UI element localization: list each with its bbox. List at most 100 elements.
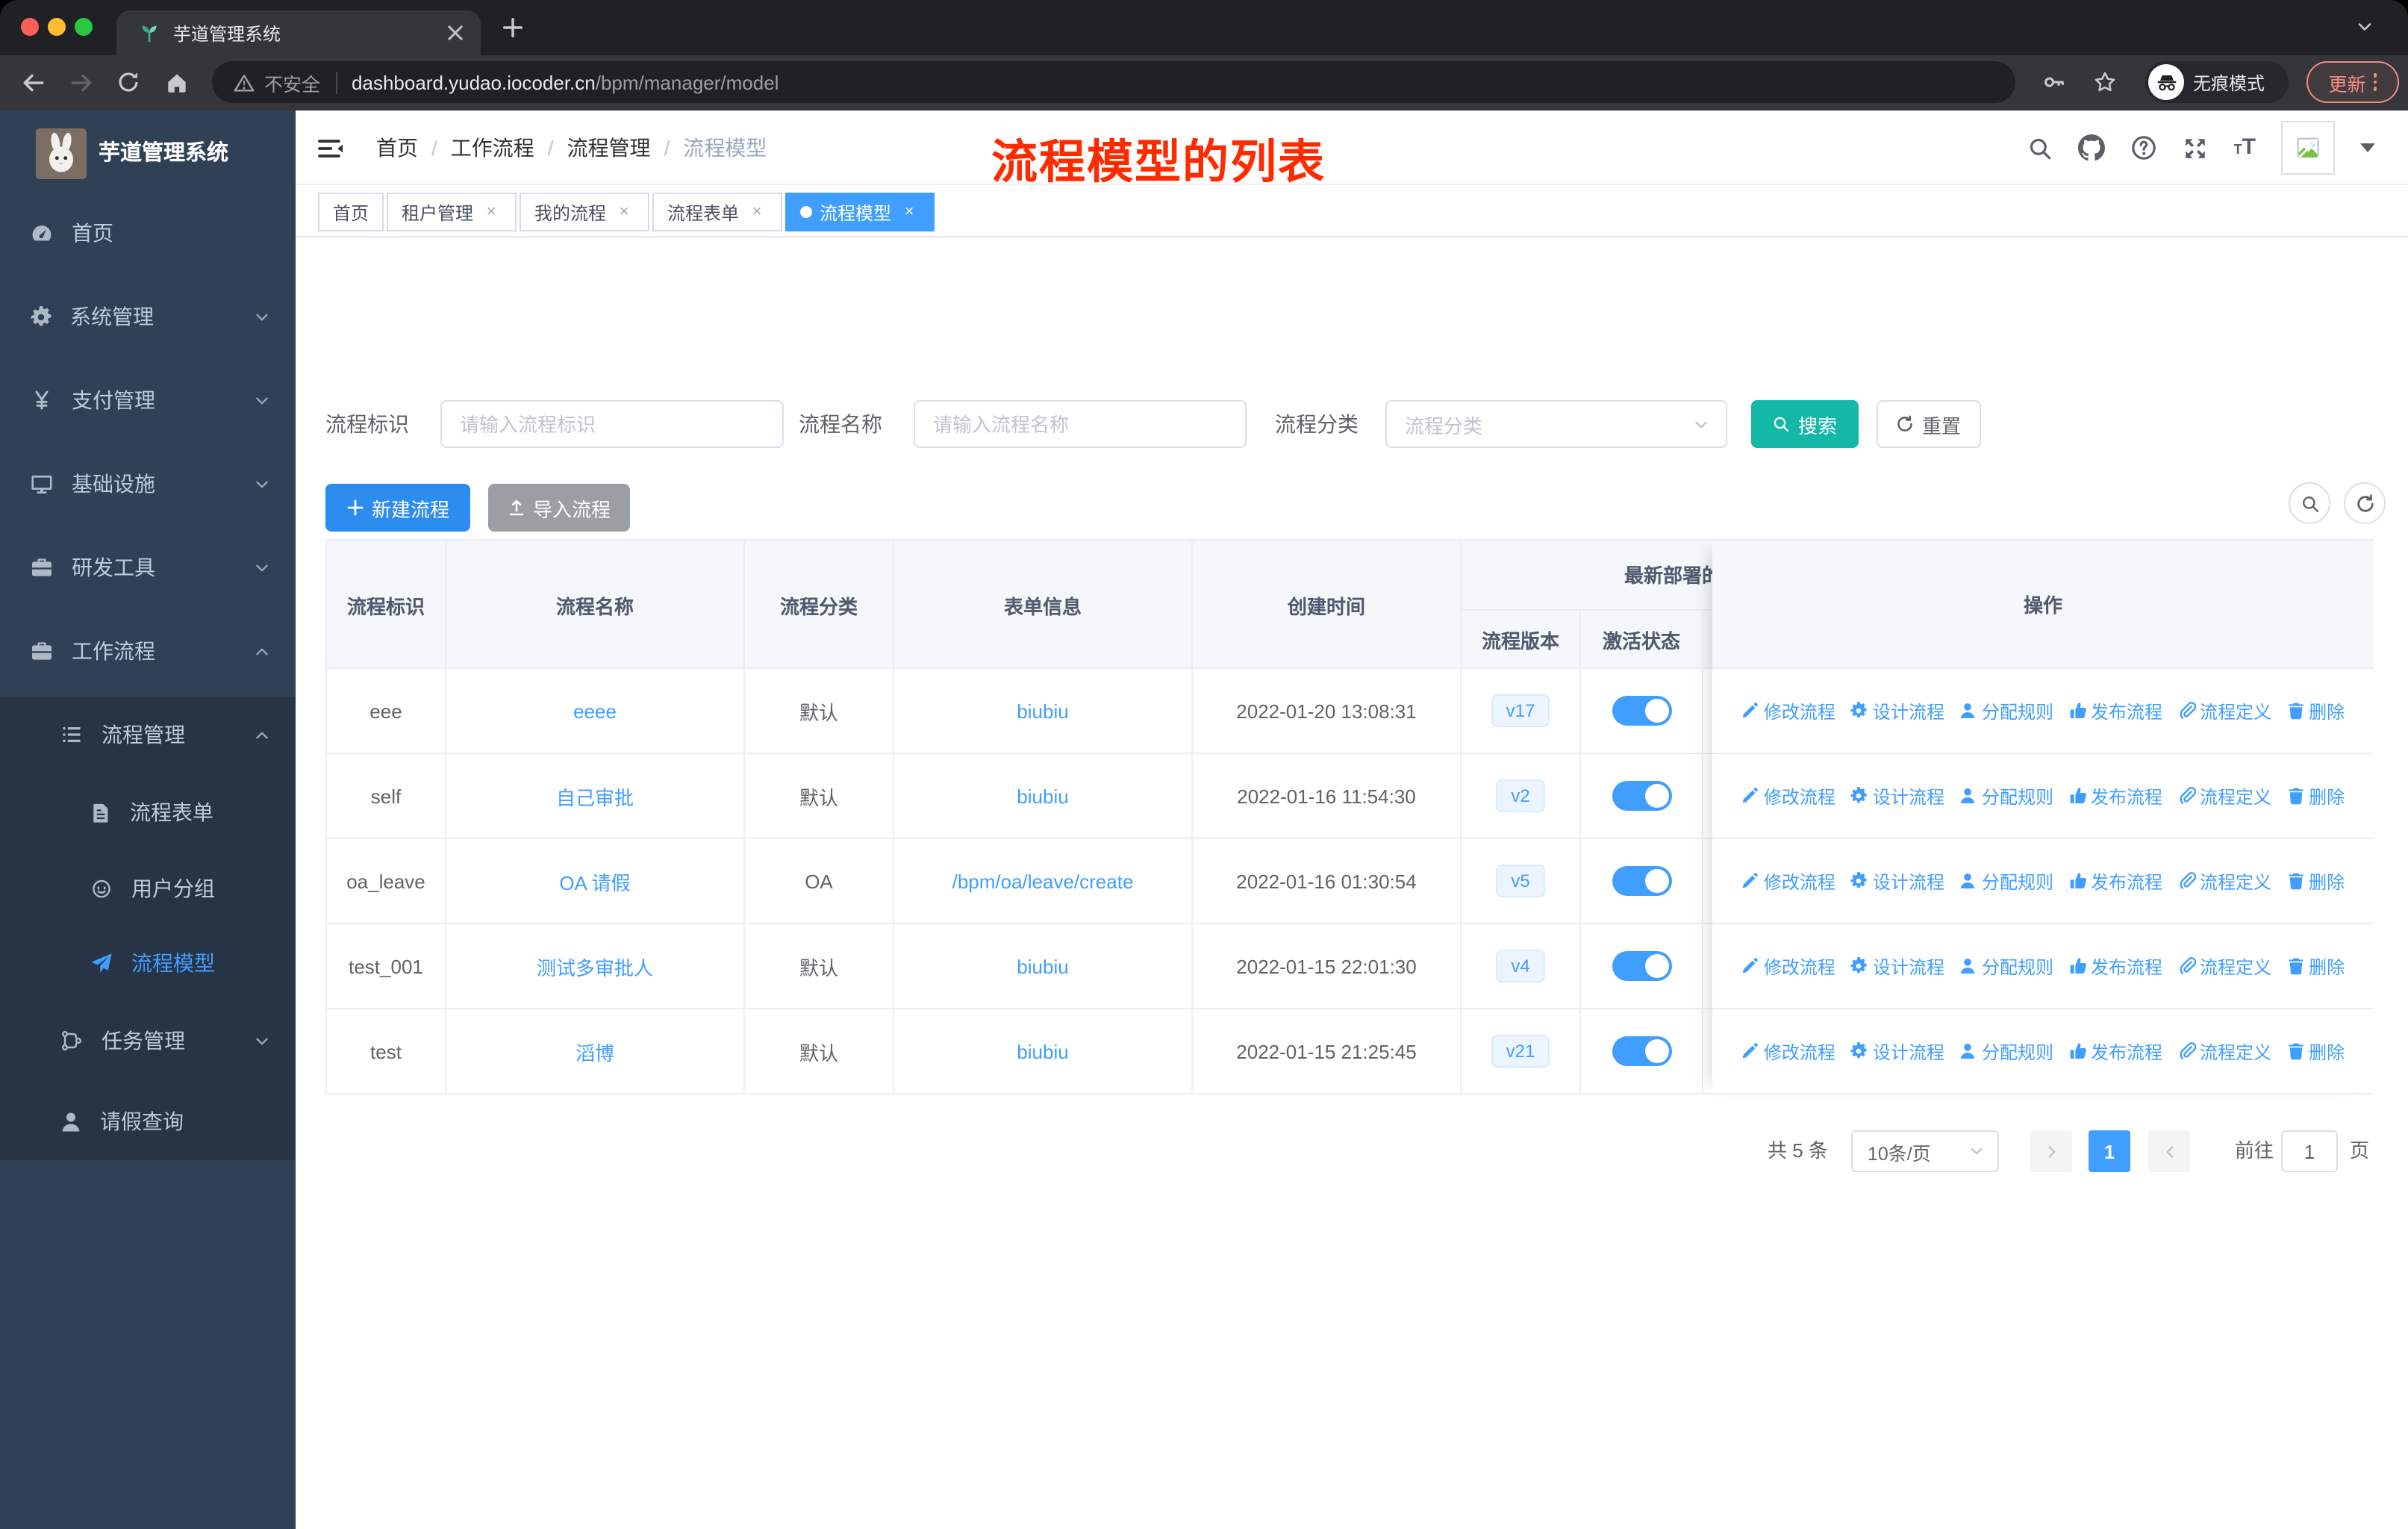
- process-name-link[interactable]: 自己审批: [556, 782, 634, 810]
- new-tab-button[interactable]: [502, 16, 524, 39]
- github-icon[interactable]: [2079, 134, 2106, 161]
- breadcrumb-item[interactable]: 工作流程: [451, 133, 534, 163]
- tag-close-icon[interactable]: ×: [746, 202, 767, 222]
- password-key-icon[interactable]: [2042, 70, 2066, 94]
- create-process-button[interactable]: 新建流程: [325, 484, 470, 532]
- form-link[interactable]: biubiu: [1017, 955, 1068, 977]
- action-edit-process[interactable]: 修改流程: [1741, 868, 1835, 894]
- reload-button[interactable]: [116, 70, 140, 94]
- import-process-button[interactable]: 导入流程: [488, 484, 630, 532]
- tag-close-icon[interactable]: ×: [614, 202, 634, 222]
- search-key-input[interactable]: [440, 400, 784, 448]
- pagination-prev-button[interactable]: [2030, 1130, 2072, 1172]
- action-assign-rule[interactable]: 分配规则: [1959, 953, 2053, 979]
- address-bar[interactable]: 不安全 dashboard.yudao.iocoder.cn/bpm/manag…: [212, 61, 2015, 103]
- process-name-link[interactable]: 滔博: [576, 1037, 614, 1065]
- tag-close-icon[interactable]: ×: [481, 202, 502, 222]
- tab-close-icon[interactable]: [445, 22, 466, 43]
- form-link[interactable]: biubiu: [1017, 785, 1068, 807]
- action-design-process[interactable]: 设计流程: [1850, 783, 1944, 809]
- user-menu-caret-icon[interactable]: [2360, 143, 2375, 152]
- window-close-button[interactable]: [21, 18, 39, 36]
- action-design-process[interactable]: 设计流程: [1850, 868, 1944, 894]
- action-publish-process[interactable]: 发布流程: [2068, 1038, 2162, 1064]
- sidebar-item-process-form[interactable]: 流程表单: [0, 775, 296, 850]
- sidebar-item-home[interactable]: 首页: [0, 196, 296, 270]
- reset-button[interactable]: 重置: [1877, 400, 1981, 448]
- search-icon[interactable]: [2028, 135, 2053, 161]
- action-assign-rule[interactable]: 分配规则: [1959, 868, 2053, 894]
- category-select[interactable]: 流程分类: [1385, 400, 1727, 448]
- search-button[interactable]: 搜索: [1751, 400, 1859, 448]
- sidebar-item-system[interactable]: 系统管理: [0, 279, 296, 354]
- tag-process-form[interactable]: 流程表单 ×: [652, 193, 783, 231]
- sidebar-item-process-model[interactable]: 流程模型: [0, 926, 296, 1000]
- action-assign-rule[interactable]: 分配规则: [1959, 783, 2053, 809]
- action-delete[interactable]: 删除: [2286, 953, 2345, 979]
- process-name-link[interactable]: OA 请假: [559, 867, 630, 895]
- action-edit-process[interactable]: 修改流程: [1741, 698, 1835, 723]
- sidebar-item-user-group[interactable]: 用户分组: [0, 851, 296, 926]
- action-assign-rule[interactable]: 分配规则: [1959, 1038, 2053, 1064]
- forward-button[interactable]: [69, 70, 94, 96]
- browser-update-button[interactable]: 更新: [2306, 61, 2399, 103]
- action-delete[interactable]: 删除: [2286, 783, 2345, 809]
- breadcrumb-item[interactable]: 首页: [376, 133, 418, 163]
- bookmark-star-icon[interactable]: [2093, 70, 2117, 94]
- action-process-definition[interactable]: 流程定义: [2177, 1038, 2271, 1064]
- tab-search-chevron-icon[interactable]: [2354, 16, 2375, 37]
- active-toggle[interactable]: [1612, 951, 1671, 981]
- refresh-table-button[interactable]: [2344, 482, 2386, 524]
- action-publish-process[interactable]: 发布流程: [2068, 868, 2162, 894]
- action-process-definition[interactable]: 流程定义: [2177, 868, 2271, 894]
- active-toggle[interactable]: [1612, 696, 1671, 726]
- home-button[interactable]: [164, 70, 190, 96]
- process-name-link[interactable]: 测试多审批人: [537, 952, 653, 980]
- process-name-link[interactable]: eeee: [573, 700, 617, 722]
- action-publish-process[interactable]: 发布流程: [2068, 698, 2162, 723]
- sidebar-item-process-management[interactable]: 流程管理: [0, 697, 296, 772]
- form-link[interactable]: biubiu: [1017, 1040, 1068, 1062]
- sidebar-item-leave-query[interactable]: 请假查询: [0, 1084, 296, 1159]
- sidebar-item-task-management[interactable]: 任务管理: [0, 1003, 296, 1078]
- font-size-icon[interactable]: TT: [2234, 134, 2256, 161]
- window-zoom-button[interactable]: [75, 18, 93, 36]
- fullscreen-icon[interactable]: [2183, 135, 2209, 161]
- sidebar-item-payment[interactable]: 支付管理: [0, 363, 296, 437]
- page-size-select[interactable]: 10条/页: [1851, 1130, 1999, 1172]
- breadcrumb-item[interactable]: 流程管理: [567, 133, 651, 163]
- form-link[interactable]: biubiu: [1017, 700, 1068, 722]
- action-edit-process[interactable]: 修改流程: [1741, 783, 1835, 809]
- action-process-definition[interactable]: 流程定义: [2177, 698, 2271, 723]
- pagination-next-button[interactable]: [2148, 1130, 2190, 1172]
- tag-close-icon[interactable]: ×: [899, 202, 920, 222]
- action-publish-process[interactable]: 发布流程: [2068, 783, 2162, 809]
- search-name-input[interactable]: [914, 400, 1247, 448]
- browser-menu-dots-icon[interactable]: [2373, 73, 2377, 91]
- action-design-process[interactable]: 设计流程: [1850, 953, 1944, 979]
- form-link[interactable]: /bpm/oa/leave/create: [952, 870, 1134, 892]
- pagination-goto-input[interactable]: [2281, 1130, 2338, 1172]
- action-publish-process[interactable]: 发布流程: [2068, 953, 2162, 979]
- sidebar-item-dev-tools[interactable]: 研发工具: [0, 530, 296, 605]
- action-assign-rule[interactable]: 分配规则: [1959, 698, 2053, 723]
- active-toggle[interactable]: [1612, 1036, 1671, 1066]
- action-delete[interactable]: 删除: [2286, 1038, 2345, 1064]
- avatar[interactable]: [2281, 121, 2335, 175]
- action-edit-process[interactable]: 修改流程: [1741, 1038, 1835, 1064]
- tag-process-model[interactable]: 流程模型 ×: [785, 193, 935, 231]
- action-delete[interactable]: 删除: [2286, 698, 2345, 723]
- browser-tab[interactable]: 芋道管理系统: [116, 10, 481, 55]
- sidebar-item-workflow[interactable]: 工作流程: [0, 614, 296, 688]
- sidebar-item-infrastructure[interactable]: 基础设施: [0, 446, 296, 521]
- collapse-sidebar-button[interactable]: [316, 136, 345, 161]
- pagination-page-1[interactable]: 1: [2089, 1130, 2130, 1172]
- active-toggle[interactable]: [1612, 866, 1671, 896]
- action-process-definition[interactable]: 流程定义: [2177, 783, 2271, 809]
- tag-my-process[interactable]: 我的流程 ×: [520, 193, 650, 231]
- back-button[interactable]: [21, 70, 46, 96]
- action-design-process[interactable]: 设计流程: [1850, 1038, 1944, 1064]
- help-icon[interactable]: [2131, 134, 2158, 161]
- app-logo-row[interactable]: 芋道管理系统: [0, 110, 296, 194]
- window-minimize-button[interactable]: [48, 18, 66, 36]
